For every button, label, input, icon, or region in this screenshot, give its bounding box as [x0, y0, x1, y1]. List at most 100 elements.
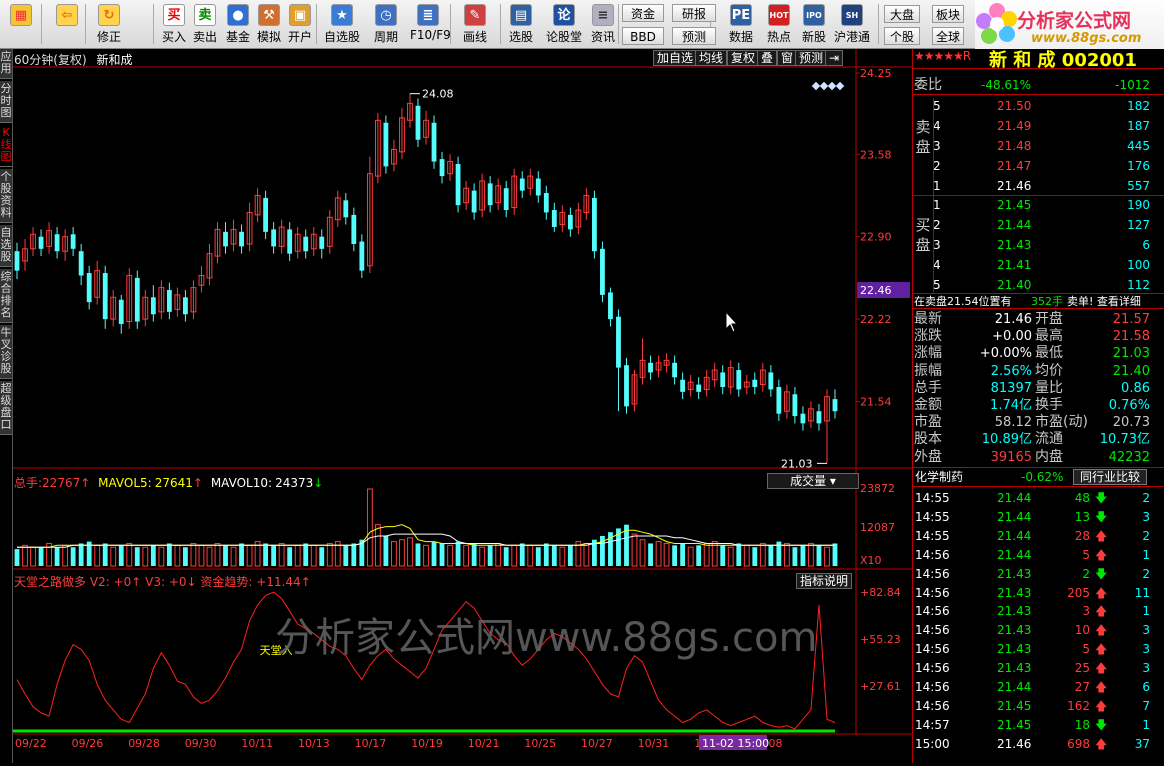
pen-button[interactable]: ✎ 画线	[457, 3, 493, 47]
candle-body	[776, 387, 782, 414]
quanqiu-button[interactable]: 全球	[932, 27, 964, 45]
gegu-button[interactable]: 个股	[884, 27, 920, 45]
ipo-button[interactable]: IPO 新股	[799, 3, 829, 47]
volume-bar	[816, 545, 822, 566]
rating-stars: ★★★★★R	[914, 49, 971, 63]
volume-bar	[824, 546, 830, 567]
tick-row: 14:55 21.44 28 🡅 2	[913, 527, 1164, 546]
date-axis-label: 09/30	[185, 737, 217, 750]
volume-bar	[326, 542, 333, 567]
sell-level-row[interactable]: 5 21.50 182	[913, 97, 1164, 116]
volume-bar	[583, 542, 590, 567]
forum-button[interactable]: 论论股堂	[545, 3, 583, 47]
volume-indicator-select[interactable]: 成交量 ▾	[767, 473, 859, 489]
zoom-nav-icon[interactable]	[811, 81, 845, 91]
left-tab-2[interactable]: K线图	[0, 125, 12, 167]
star-list-button[interactable]: ★ 自选股	[322, 3, 362, 47]
shhk-button[interactable]: SH HK 沪港通	[834, 3, 870, 47]
sector-change: -0.62%	[1021, 470, 1064, 484]
pe-button[interactable]: PE 数据	[726, 3, 756, 47]
volume-bar	[22, 544, 28, 567]
peer-compare-button[interactable]: 同行业比较	[1073, 469, 1148, 485]
quote-row: 金额 1.74亿 换手 0.76%	[914, 397, 1150, 413]
buy-level-row[interactable]: 4 21.41 100	[913, 256, 1164, 275]
quote-panel: ★★★★★R 新 和 成 002001 委比 -48.61% -1012 5 21…	[912, 49, 1164, 763]
fund-button[interactable]: ● 基金	[224, 3, 252, 47]
volume-bar	[752, 547, 758, 566]
sell-level-row[interactable]: 4 21.49 187	[913, 117, 1164, 136]
bbd-button[interactable]: BBD	[622, 27, 664, 45]
volume-bar	[158, 546, 165, 567]
hammer-button[interactable]: ⚒ 模拟	[255, 3, 283, 47]
left-tab-5[interactable]: 综合排名	[0, 269, 12, 323]
left-tab-3[interactable]: 个股资料	[0, 169, 12, 223]
f10-icon: ≣	[417, 4, 439, 26]
pe-icon: PE	[730, 4, 752, 26]
back-arrow-button[interactable]: ⇦	[50, 3, 84, 47]
chart-btn-2[interactable]: 复权	[727, 50, 760, 66]
news-button[interactable]: ≡ 资讯	[590, 3, 616, 47]
total-volume-value: 22767	[42, 476, 81, 490]
up-arrow-icon: 🡅	[1095, 642, 1108, 657]
volume-bar	[511, 544, 518, 567]
buy-level-row[interactable]: 1 21.45 190	[913, 196, 1164, 215]
hot-button[interactable]: HOT 热点	[764, 3, 794, 47]
f10-button[interactable]: ≣ F10/F9	[410, 3, 451, 47]
logo: 分析家公式网 www.88gs.com	[975, 0, 1164, 49]
chart-btn-0[interactable]: 加自选	[653, 50, 698, 66]
tick-row: 14:55 21.44 48 🡇 2	[913, 489, 1164, 508]
dapan-button[interactable]: 大盘	[884, 5, 920, 23]
big-order-notice[interactable]: 在卖盘21.54位置有 352手 卖单! 查看详细	[913, 293, 1164, 309]
volume-bar	[391, 541, 397, 567]
sector-name[interactable]: 化学制药	[915, 468, 963, 487]
candle-body	[648, 362, 653, 373]
research-button[interactable]: 研报	[672, 4, 716, 22]
left-tab-7[interactable]: 超级盘口	[0, 381, 12, 435]
sell-button[interactable]: 卖卖出	[191, 3, 219, 47]
candle-body	[415, 105, 421, 140]
buy-button[interactable]: 买买入	[160, 3, 188, 47]
volume-bar	[14, 549, 20, 566]
left-tab-1[interactable]: 分时图	[0, 81, 12, 123]
left-tab-6[interactable]: 牛叉诊股	[0, 325, 12, 379]
buy-level-row[interactable]: 2 21.44 127	[913, 216, 1164, 235]
clock-button[interactable]: ◷ 周期	[368, 3, 404, 47]
volume-bar	[527, 544, 534, 567]
grid-button[interactable]: ▦	[3, 3, 39, 47]
quote-row: 振幅 2.56% 均价 21.40	[914, 362, 1150, 379]
quote-row: 涨幅 +0.00% 最低 21.03	[914, 345, 1150, 362]
volume-bar	[399, 539, 405, 567]
chart-btn-1[interactable]: 均线	[695, 50, 728, 66]
volume-bar	[246, 544, 253, 567]
buy-level-row[interactable]: 3 21.43 6	[913, 236, 1164, 255]
sell-level-row[interactable]: 1 21.46 557	[913, 177, 1164, 196]
chart-btn-3[interactable]: 叠	[757, 50, 778, 66]
chart-btn-6[interactable]: ⇥	[825, 50, 844, 66]
date-axis-label: 10/25	[524, 737, 556, 750]
volume-bar	[487, 545, 493, 566]
toolbar-separator	[153, 4, 154, 44]
current-price-label: 22.46	[860, 284, 892, 297]
chart-area[interactable]: 24.25 23.58 22.90 22.22 21.54 22.46 24.08 21.03…	[13, 49, 912, 763]
screen-button[interactable]: ▤ 选股	[504, 3, 538, 47]
sell-level-row[interactable]: 3 21.48 445	[913, 137, 1164, 156]
left-tab-0[interactable]: 应用	[0, 49, 12, 79]
dropdown-arrow-icon: ▾	[829, 474, 836, 488]
left-tab-4[interactable]: 自选股	[0, 225, 12, 267]
volume-bar	[672, 545, 678, 566]
volume-bar	[102, 543, 108, 566]
chart-btn-4[interactable]: 窗	[777, 50, 798, 66]
indicator-help-button[interactable]: 指标说明	[796, 573, 853, 589]
bankuai-button[interactable]: 板块	[932, 5, 964, 23]
up-arrow-icon: 🡅	[1095, 680, 1108, 694]
sell-level-row[interactable]: 2 21.47 176	[913, 157, 1164, 176]
fund-button[interactable]: 资金	[622, 4, 664, 22]
candle-body	[118, 299, 124, 324]
adjust-button[interactable]: ↻ 修正	[92, 3, 126, 47]
lock-button[interactable]: ▣ 开户	[286, 3, 314, 47]
low-annotation: 21.03	[781, 457, 813, 470]
kline-chart-svg[interactable]: 24.25 23.58 22.90 22.22 21.54 22.46 24.08 21.03…	[13, 49, 912, 763]
candle-body	[567, 214, 573, 230]
chart-btn-5[interactable]: 预测	[795, 50, 828, 66]
forecast-button[interactable]: 预测	[672, 27, 716, 45]
